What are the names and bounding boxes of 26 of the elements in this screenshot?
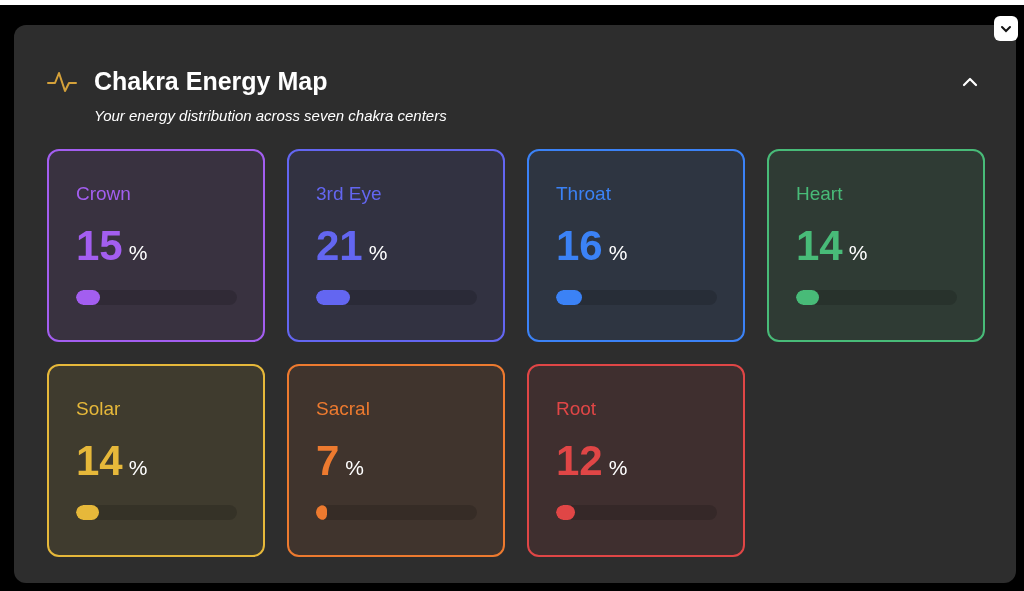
chakra-percentage: 16 bbox=[556, 221, 603, 271]
percent-unit: % bbox=[848, 240, 868, 266]
collapse-toggle-button[interactable] bbox=[994, 16, 1018, 41]
chakra-name: Solar bbox=[76, 397, 122, 421]
chakra-name: Sacral bbox=[316, 397, 371, 421]
percent-unit: % bbox=[368, 240, 388, 266]
percent-unit: % bbox=[128, 240, 148, 266]
chakra-name: Crown bbox=[76, 182, 132, 206]
percent-unit: % bbox=[128, 455, 148, 481]
panel-subtitle: Your energy distribution across seven chakra centers bbox=[94, 105, 448, 126]
chakra-percentage: 14 bbox=[796, 221, 843, 271]
chakra-name: Heart bbox=[796, 182, 844, 206]
chakra-name: Root bbox=[556, 397, 598, 421]
chakra-percentage: 7 bbox=[316, 436, 340, 486]
chakra-percentage: 12 bbox=[556, 436, 603, 486]
chevron-down-icon bbox=[1000, 24, 1012, 33]
chevron-up-icon bbox=[962, 76, 978, 87]
chakra-percentage: 15 bbox=[76, 221, 123, 271]
chakra-name: 3rd Eye bbox=[316, 182, 383, 206]
percent-unit: % bbox=[345, 455, 365, 481]
panel-title: Chakra Energy Map bbox=[94, 66, 328, 97]
percent-unit: % bbox=[608, 455, 628, 481]
chakra-percentage: 21 bbox=[316, 221, 363, 271]
chakra-percentage: 14 bbox=[76, 436, 123, 486]
percent-unit: % bbox=[608, 240, 628, 266]
chakra-name: Throat bbox=[556, 182, 612, 206]
